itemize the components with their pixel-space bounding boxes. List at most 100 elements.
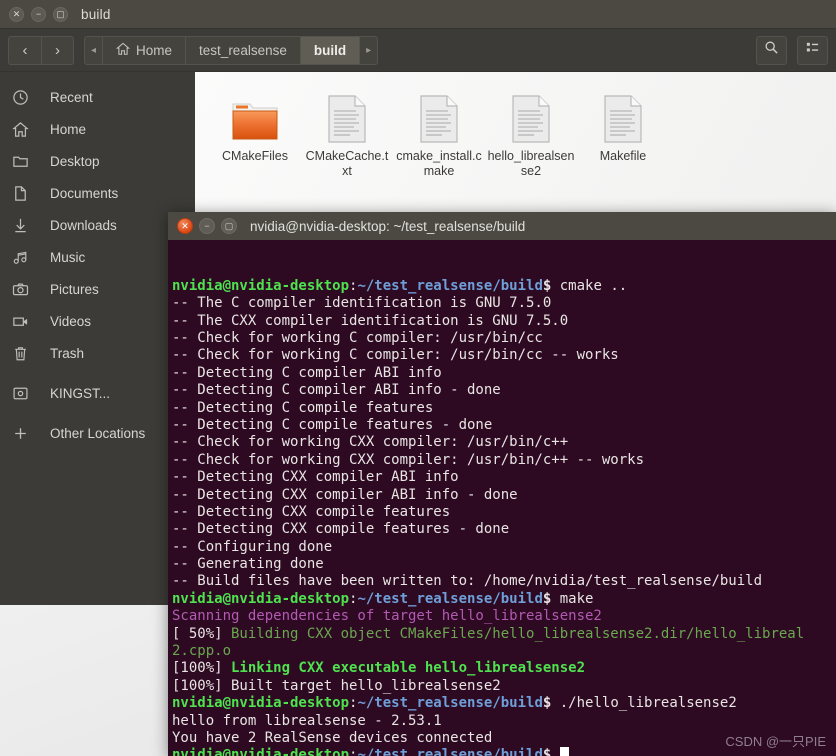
sidebar-item-other-locations[interactable]: Other Locations bbox=[0, 417, 195, 449]
terminal-line: -- Detecting CXX compiler ABI info bbox=[172, 469, 459, 486]
terminal-line: hello from librealsense - 2.53.1 bbox=[172, 712, 442, 729]
terminal-line: -- Check for working C compiler: /usr/bi… bbox=[172, 329, 543, 346]
sidebar-item-home[interactable]: Home bbox=[0, 113, 195, 145]
sidebar-label: KINGST... bbox=[50, 385, 111, 401]
minimize-icon[interactable]: − bbox=[31, 6, 46, 22]
breadcrumb-scroll-right[interactable]: ▸ bbox=[360, 37, 377, 64]
breadcrumb-label: Home bbox=[136, 42, 173, 58]
file-name: Makefile bbox=[599, 149, 647, 163]
folder-icon bbox=[12, 153, 50, 170]
document-icon bbox=[602, 86, 644, 144]
sidebar-item-kingston[interactable]: KINGST... bbox=[0, 377, 195, 409]
terminal-line: -- Detecting CXX compiler ABI info - don… bbox=[172, 486, 518, 503]
sidebar-item-desktop[interactable]: Desktop bbox=[0, 145, 195, 177]
terminal-line: -- Check for working CXX compiler: /usr/… bbox=[172, 434, 569, 451]
minimize-icon[interactable]: − bbox=[199, 218, 215, 234]
terminal-line: [ 50%] Building CXX object CMakeFiles/he… bbox=[172, 625, 805, 642]
terminal-line: -- Check for working C compiler: /usr/bi… bbox=[172, 347, 619, 364]
terminal-line: Scanning dependencies of target hello_li… bbox=[172, 608, 602, 625]
close-icon[interactable]: ✕ bbox=[9, 6, 24, 22]
file-name: hello_librealsense2 bbox=[487, 149, 575, 178]
sidebar-item-trash[interactable]: Trash bbox=[0, 337, 195, 369]
file-item-makefile[interactable]: Makefile bbox=[577, 86, 669, 179]
file-item-cmakefiles[interactable]: CMakeFiles bbox=[209, 86, 301, 179]
sidebar-label: Trash bbox=[50, 345, 85, 361]
terminal-line: 2.cpp.o bbox=[172, 643, 232, 660]
home-icon bbox=[115, 42, 131, 59]
search-icon bbox=[764, 40, 779, 60]
terminal-output[interactable]: nvidia@nvidia-desktop:~/test_realsense/b… bbox=[168, 240, 836, 756]
view-options-button[interactable] bbox=[797, 35, 828, 65]
terminal-line: -- Detecting CXX compile features - done bbox=[172, 521, 510, 538]
file-item-cmakecache-txt[interactable]: CMakeCache.txt bbox=[301, 86, 393, 179]
sidebar-label: Documents bbox=[50, 185, 119, 201]
file-name: CMakeCache.txt bbox=[305, 149, 389, 178]
search-button[interactable] bbox=[756, 35, 787, 65]
file-item-hello-librealsense2[interactable]: hello_librealsense2 bbox=[485, 86, 577, 179]
window-title: build bbox=[81, 6, 111, 22]
breadcrumb-scroll-left[interactable]: ◂ bbox=[85, 36, 104, 64]
close-icon[interactable]: ✕ bbox=[177, 218, 193, 234]
file-manager-toolbar: ‹ › ◂ Home test_realsense build ▸ bbox=[0, 29, 836, 72]
sidebar-label: Downloads bbox=[50, 217, 117, 233]
trash-icon bbox=[12, 345, 50, 362]
breadcrumb: ◂ Home test_realsense build ▸ bbox=[84, 35, 379, 65]
clock-icon bbox=[12, 89, 50, 106]
sidebar-label: Desktop bbox=[50, 153, 100, 169]
file-name: CMakeFiles bbox=[222, 149, 288, 163]
sidebar-item-music[interactable]: Music bbox=[0, 241, 195, 273]
terminal-window[interactable]: ✕ − ▢ nvidia@nvidia-desktop: ~/test_real… bbox=[168, 212, 836, 756]
forward-button[interactable]: › bbox=[41, 35, 74, 65]
sidebar-item-videos[interactable]: Videos bbox=[0, 305, 195, 337]
file-name: cmake_install.cmake bbox=[396, 149, 482, 178]
sidebar: Recent Home Desktop Documents Downloads … bbox=[0, 72, 195, 605]
sidebar-label: Home bbox=[50, 121, 87, 137]
sidebar-item-documents[interactable]: Documents bbox=[0, 177, 195, 209]
document-icon bbox=[510, 86, 552, 144]
terminal-line: -- Detecting C compiler ABI info bbox=[172, 364, 442, 381]
sidebar-divider-2 bbox=[0, 409, 195, 417]
terminal-line: -- Detecting C compiler ABI info - done bbox=[172, 382, 501, 399]
breadcrumb-item-build[interactable]: build bbox=[300, 36, 361, 64]
sidebar-label: Other Locations bbox=[50, 425, 146, 441]
file-item-cmake-install-cmake[interactable]: cmake_install.cmake bbox=[393, 86, 485, 179]
terminal-line: nvidia@nvidia-desktop:~/test_realsense/b… bbox=[172, 277, 628, 294]
sidebar-label: Videos bbox=[50, 313, 92, 329]
sidebar-item-downloads[interactable]: Downloads bbox=[0, 209, 195, 241]
back-button[interactable]: ‹ bbox=[8, 35, 41, 65]
maximize-icon[interactable]: ▢ bbox=[221, 218, 237, 234]
terminal-line: -- Detecting C compile features - done bbox=[172, 416, 493, 433]
home-icon bbox=[12, 121, 50, 138]
download-icon bbox=[12, 217, 50, 234]
file-manager-titlebar: ✕ − ▢ build bbox=[0, 0, 836, 29]
camera-icon bbox=[12, 281, 50, 298]
maximize-icon[interactable]: ▢ bbox=[53, 6, 68, 22]
list-icon bbox=[805, 40, 820, 60]
terminal-line: -- Configuring done bbox=[172, 538, 333, 555]
video-icon bbox=[12, 313, 50, 330]
terminal-line: [100%] Built target hello_librealsense2 bbox=[172, 677, 501, 694]
terminal-cursor bbox=[559, 747, 569, 756]
sidebar-label: Pictures bbox=[50, 281, 99, 297]
sidebar-item-recent[interactable]: Recent bbox=[0, 81, 195, 113]
terminal-line: -- Detecting CXX compile features bbox=[172, 503, 451, 520]
terminal-line: -- Build files have been written to: /ho… bbox=[172, 573, 763, 590]
file-grid: CMakeFiles CMakeCache.txt cmake_install.… bbox=[209, 86, 836, 179]
terminal-line: -- Generating done bbox=[172, 556, 324, 573]
sidebar-label: Recent bbox=[50, 89, 93, 105]
music-icon bbox=[12, 249, 50, 266]
document-icon bbox=[12, 185, 50, 202]
document-icon bbox=[418, 86, 460, 144]
terminal-line: [100%] Linking CXX executable hello_libr… bbox=[172, 660, 586, 677]
breadcrumb-item-home[interactable]: Home bbox=[103, 36, 187, 64]
terminal-line: nvidia@nvidia-desktop:~/test_realsense/b… bbox=[172, 695, 737, 712]
breadcrumb-item-test-realsense[interactable]: test_realsense bbox=[186, 36, 301, 64]
terminal-line: -- The CXX compiler identification is GN… bbox=[172, 312, 569, 329]
plus-icon bbox=[12, 425, 50, 442]
terminal-line: -- Detecting C compile features bbox=[172, 399, 434, 416]
terminal-titlebar: ✕ − ▢ nvidia@nvidia-desktop: ~/test_real… bbox=[168, 212, 836, 240]
terminal-line: nvidia@nvidia-desktop:~/test_realsense/b… bbox=[172, 590, 594, 607]
drive-icon bbox=[12, 385, 50, 402]
sidebar-item-pictures[interactable]: Pictures bbox=[0, 273, 195, 305]
nav-buttons: ‹ › bbox=[8, 35, 74, 65]
